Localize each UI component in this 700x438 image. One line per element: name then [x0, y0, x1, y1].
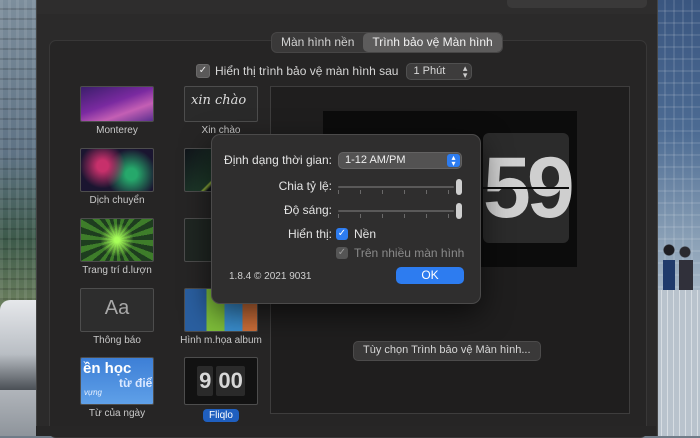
- tab-desktop[interactable]: Màn hình nền: [272, 33, 363, 52]
- saver-thumbnail: 9 00: [184, 357, 258, 405]
- updown-chevron-icon: ▴ ▾: [447, 154, 460, 168]
- window-bottom-bar: [36, 426, 656, 436]
- version-text: 1.8.4 © 2021 9031: [229, 271, 312, 282]
- brightness-slider[interactable]: [338, 203, 462, 219]
- slider-tick: [360, 190, 361, 194]
- slider-tick: [382, 190, 383, 194]
- saver-item-monterey[interactable]: Monterey: [72, 86, 162, 136]
- saver-item-fliqlo[interactable]: 9 00 Fliqlo: [176, 357, 266, 423]
- brightness-label: Độ sáng:: [283, 203, 332, 217]
- saver-thumbnail: [80, 148, 154, 192]
- time-format-label: Định dạng thời gian:: [224, 153, 332, 167]
- thumbnail-text: Aa: [104, 297, 130, 319]
- time-format-select[interactable]: 1-12 AM/PM ▴ ▾: [338, 152, 462, 169]
- saver-item-dich-chuyen[interactable]: Dịch chuyển: [72, 148, 162, 206]
- thumbnail-text: từ điể: [119, 376, 153, 390]
- thumbnail-text: ền học: [83, 360, 132, 377]
- thumbnail-digit: 9: [197, 366, 214, 396]
- scale-slider-knob[interactable]: [456, 179, 462, 195]
- window-toolbar: [37, 0, 657, 14]
- multi-screen-checkbox[interactable]: ✓: [336, 247, 348, 259]
- slider-tick: [426, 190, 427, 194]
- thumbnail-text: xin chào: [191, 93, 247, 108]
- show-after-label: Hiển thị trình bảo vệ màn hình sau: [215, 64, 399, 78]
- slider-tick: [448, 214, 449, 218]
- slider-tick: [338, 190, 339, 194]
- background-car: [0, 300, 40, 390]
- desktop-background-left: [0, 0, 40, 436]
- saver-label: Thông báo: [93, 335, 141, 346]
- checkmark-icon: ✓: [337, 228, 347, 239]
- slider-tick: [360, 214, 361, 218]
- show-after-value: 1 Phút: [413, 65, 446, 77]
- slider-tick: [404, 214, 405, 218]
- scale-label: Chia tỷ lệ:: [278, 179, 332, 193]
- slider-tick: [426, 214, 427, 218]
- saver-thumbnail: ền học từ điể vựng: [80, 357, 154, 405]
- segmented-tabs: Màn hình nền Trình bảo vệ Màn hình: [271, 32, 503, 53]
- slider-track: [338, 210, 454, 212]
- saver-label: Monterey: [96, 125, 138, 136]
- show-after-checkbox[interactable]: ✓: [196, 64, 210, 78]
- thumbnail-text: vựng: [84, 388, 102, 397]
- checkmark-icon: ✓: [337, 247, 347, 258]
- thumbnail-digit: 00: [216, 366, 245, 396]
- saver-thumbnail: xin chào: [184, 86, 258, 122]
- multi-screen-option-label: Trên nhiều màn hình: [354, 246, 465, 260]
- screensaver-options-button[interactable]: Tùy chọn Trình bảo vệ Màn hình...: [353, 341, 541, 361]
- time-format-value: 1-12 AM/PM: [345, 154, 406, 166]
- background-checkbox[interactable]: ✓: [336, 228, 348, 240]
- background-fence: [655, 290, 700, 436]
- saver-thumbnail: [80, 86, 154, 122]
- preview-clock-digit: 59: [483, 133, 575, 243]
- slider-tick: [448, 190, 449, 194]
- desktop-background-right: [655, 0, 700, 436]
- updown-chevron-icon: ▴ ▾: [462, 62, 468, 80]
- slider-tick: [404, 190, 405, 194]
- saver-thumbnail: [80, 218, 154, 262]
- tab-screensaver[interactable]: Trình bảo vệ Màn hình: [363, 33, 502, 52]
- saver-thumbnail: Aa: [80, 288, 154, 332]
- brightness-slider-knob[interactable]: [456, 203, 462, 219]
- saver-item-trang-tri[interactable]: Trang trí d.lượn: [72, 218, 162, 276]
- saver-item-tu-cua-ngay[interactable]: ền học từ điể vựng Từ của ngày: [72, 357, 162, 419]
- show-after-popup[interactable]: 1 Phút ▴ ▾: [406, 62, 473, 80]
- saver-item-xin-chao[interactable]: xin chào Xin chào: [176, 86, 266, 134]
- ok-button[interactable]: OK: [396, 267, 464, 284]
- background-building: [0, 0, 40, 300]
- background-option-label: Nền: [354, 227, 377, 241]
- saver-label: Trang trí d.lượn: [82, 265, 152, 276]
- saver-label: Xin chào: [201, 125, 241, 134]
- checkmark-icon: ✓: [198, 65, 208, 76]
- background-people: [661, 240, 697, 290]
- scale-slider[interactable]: [338, 179, 462, 195]
- saver-label-selected: Fliqlo: [203, 409, 239, 422]
- saver-item-thong-bao[interactable]: Aa Thông báo: [72, 288, 162, 346]
- saver-label: Từ của ngày: [88, 408, 146, 419]
- saver-label: Hình m.họa album: [180, 335, 262, 346]
- saver-label: Dịch chuyển: [89, 195, 145, 206]
- search-field[interactable]: [507, 0, 647, 8]
- slider-tick: [338, 214, 339, 218]
- slider-track: [338, 186, 454, 188]
- slider-tick: [382, 214, 383, 218]
- fliqlo-options-sheet: Định dạng thời gian: 1-12 AM/PM ▴ ▾ Chia …: [211, 134, 481, 304]
- show-after-row: ✓ Hiển thị trình bảo vệ màn hình sau 1 P…: [196, 62, 473, 80]
- display-label: Hiển thị:: [287, 227, 332, 241]
